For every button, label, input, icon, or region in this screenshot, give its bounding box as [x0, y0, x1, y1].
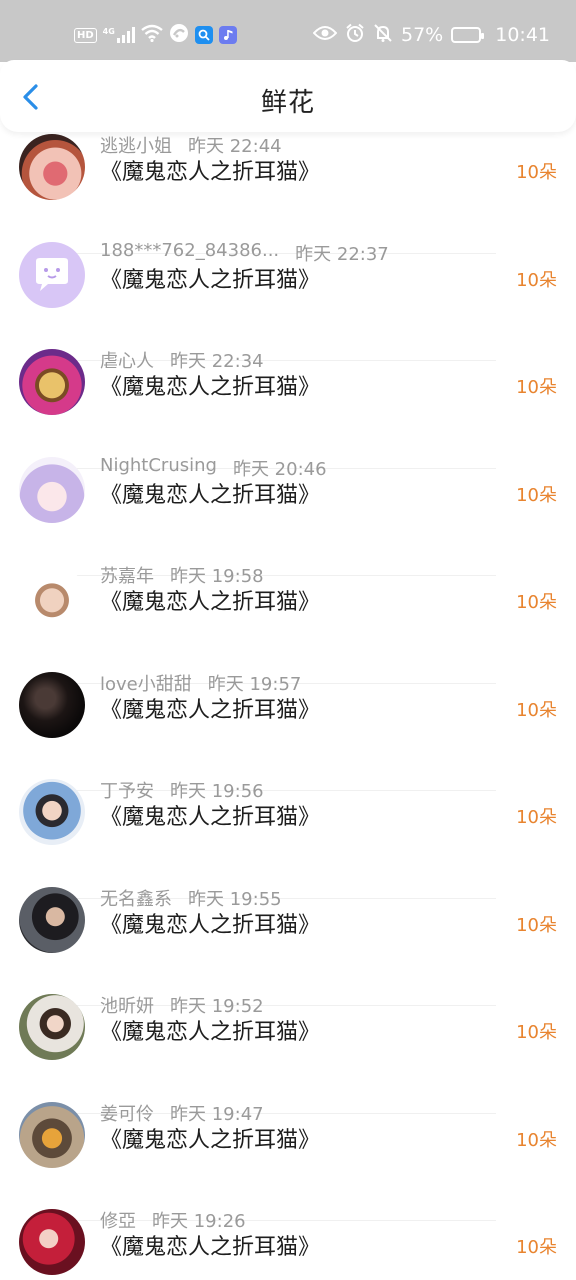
- page-title: 鲜花: [260, 88, 315, 118]
- status-right: 57% 10:41: [312, 22, 550, 48]
- chat-bubble-icon: [36, 257, 68, 291]
- book-title[interactable]: 《魔鬼恋人之折耳猫》: [100, 154, 320, 186]
- user-avatar[interactable]: [19, 994, 85, 1060]
- book-title[interactable]: 《魔鬼恋人之折耳猫》: [100, 1229, 320, 1261]
- list-item[interactable]: 池昕妍 昨天 19:52 《魔鬼恋人之折耳猫》 10朵: [0, 950, 576, 1114]
- user-avatar[interactable]: [19, 134, 85, 200]
- eye-icon: [312, 24, 338, 46]
- search-app-icon: [194, 26, 213, 44]
- flower-count: 10朵: [516, 162, 557, 183]
- flower-count: 10朵: [516, 914, 557, 936]
- list-item[interactable]: 虐心人 昨天 22:34 《魔鬼恋人之折耳猫》 10朵: [0, 305, 576, 469]
- flower-count: 10朵: [516, 484, 557, 506]
- user-avatar[interactable]: [19, 564, 85, 630]
- book-title[interactable]: 《魔鬼恋人之折耳猫》: [100, 262, 320, 294]
- book-title[interactable]: 《魔鬼恋人之折耳猫》: [100, 369, 320, 401]
- battery-percent: 57%: [401, 24, 444, 46]
- book-title[interactable]: 《魔鬼恋人之折耳猫》: [100, 799, 320, 831]
- list-item[interactable]: 姜可伶 昨天 19:47 《魔鬼恋人之折耳猫》 10朵: [0, 1058, 576, 1221]
- user-avatar[interactable]: [19, 1101, 85, 1168]
- flower-count: 10朵: [516, 699, 557, 721]
- status-bar: HD 4G 57% 10:41: [0, 0, 576, 62]
- list-item[interactable]: 无名鑫系 昨天 19:55 《魔鬼恋人之折耳猫》 10朵: [0, 843, 576, 1006]
- flower-count: 10朵: [516, 377, 557, 398]
- list-item[interactable]: 丁予安 昨天 19:56 《魔鬼恋人之折耳猫》 10朵: [0, 735, 576, 899]
- flower-count: 10朵: [516, 269, 557, 291]
- book-title[interactable]: 《魔鬼恋人之折耳猫》: [100, 477, 320, 509]
- flower-count: 10朵: [516, 1129, 557, 1151]
- wifi-icon: [141, 24, 163, 46]
- user-avatar[interactable]: [19, 349, 85, 415]
- book-title[interactable]: 《魔鬼恋人之折耳猫》: [100, 1122, 320, 1154]
- user-avatar[interactable]: [19, 671, 85, 738]
- book-title[interactable]: 《魔鬼恋人之折耳猫》: [100, 907, 320, 939]
- network-label: 4G: [102, 27, 115, 36]
- user-avatar[interactable]: [19, 779, 85, 845]
- user-avatar[interactable]: [19, 1209, 85, 1275]
- flower-list: 逃逃小姐 昨天 22:44 《魔鬼恋人之折耳猫》 10朵 188***762_84…: [0, 90, 576, 1275]
- battery-icon: [451, 27, 485, 43]
- mute-bell-icon: [373, 23, 393, 48]
- list-item[interactable]: 苏嘉年 昨天 19:58 《魔鬼恋人之折耳猫》 10朵: [0, 520, 576, 684]
- status-left: HD 4G: [74, 22, 237, 48]
- user-avatar[interactable]: [19, 241, 85, 308]
- list-item[interactable]: NightCrusing 昨天 20:46 《魔鬼恋人之折耳猫》 10朵: [0, 413, 576, 576]
- network-icon: 4G: [103, 27, 135, 43]
- book-title[interactable]: 《魔鬼恋人之折耳猫》: [100, 1014, 320, 1046]
- flower-count: 10朵: [516, 1237, 557, 1258]
- flower-count: 10朵: [516, 1022, 557, 1043]
- list-item[interactable]: 188***762_84386... 昨天 22:37 《魔鬼恋人之折耳猫》 10…: [0, 198, 576, 361]
- music-app-icon: [218, 26, 237, 44]
- hd-badge: HD: [74, 27, 97, 43]
- flower-count: 10朵: [516, 807, 557, 828]
- user-avatar[interactable]: [19, 456, 85, 523]
- list-item[interactable]: love小甜甜 昨天 19:57 《魔鬼恋人之折耳猫》 10朵: [0, 628, 576, 791]
- clock-time: 10:41: [495, 24, 550, 46]
- book-title[interactable]: 《魔鬼恋人之折耳猫》: [100, 692, 320, 724]
- assistant-app-icon: [169, 23, 189, 47]
- title-bar: 鲜花: [0, 60, 576, 132]
- alarm-icon: [345, 23, 365, 48]
- book-title[interactable]: 《魔鬼恋人之折耳猫》: [100, 584, 320, 616]
- user-avatar[interactable]: [19, 886, 85, 953]
- list-item[interactable]: 修亞 昨天 19:26 《魔鬼恋人之折耳猫》 10朵: [0, 1165, 576, 1275]
- flower-count: 10朵: [516, 592, 557, 613]
